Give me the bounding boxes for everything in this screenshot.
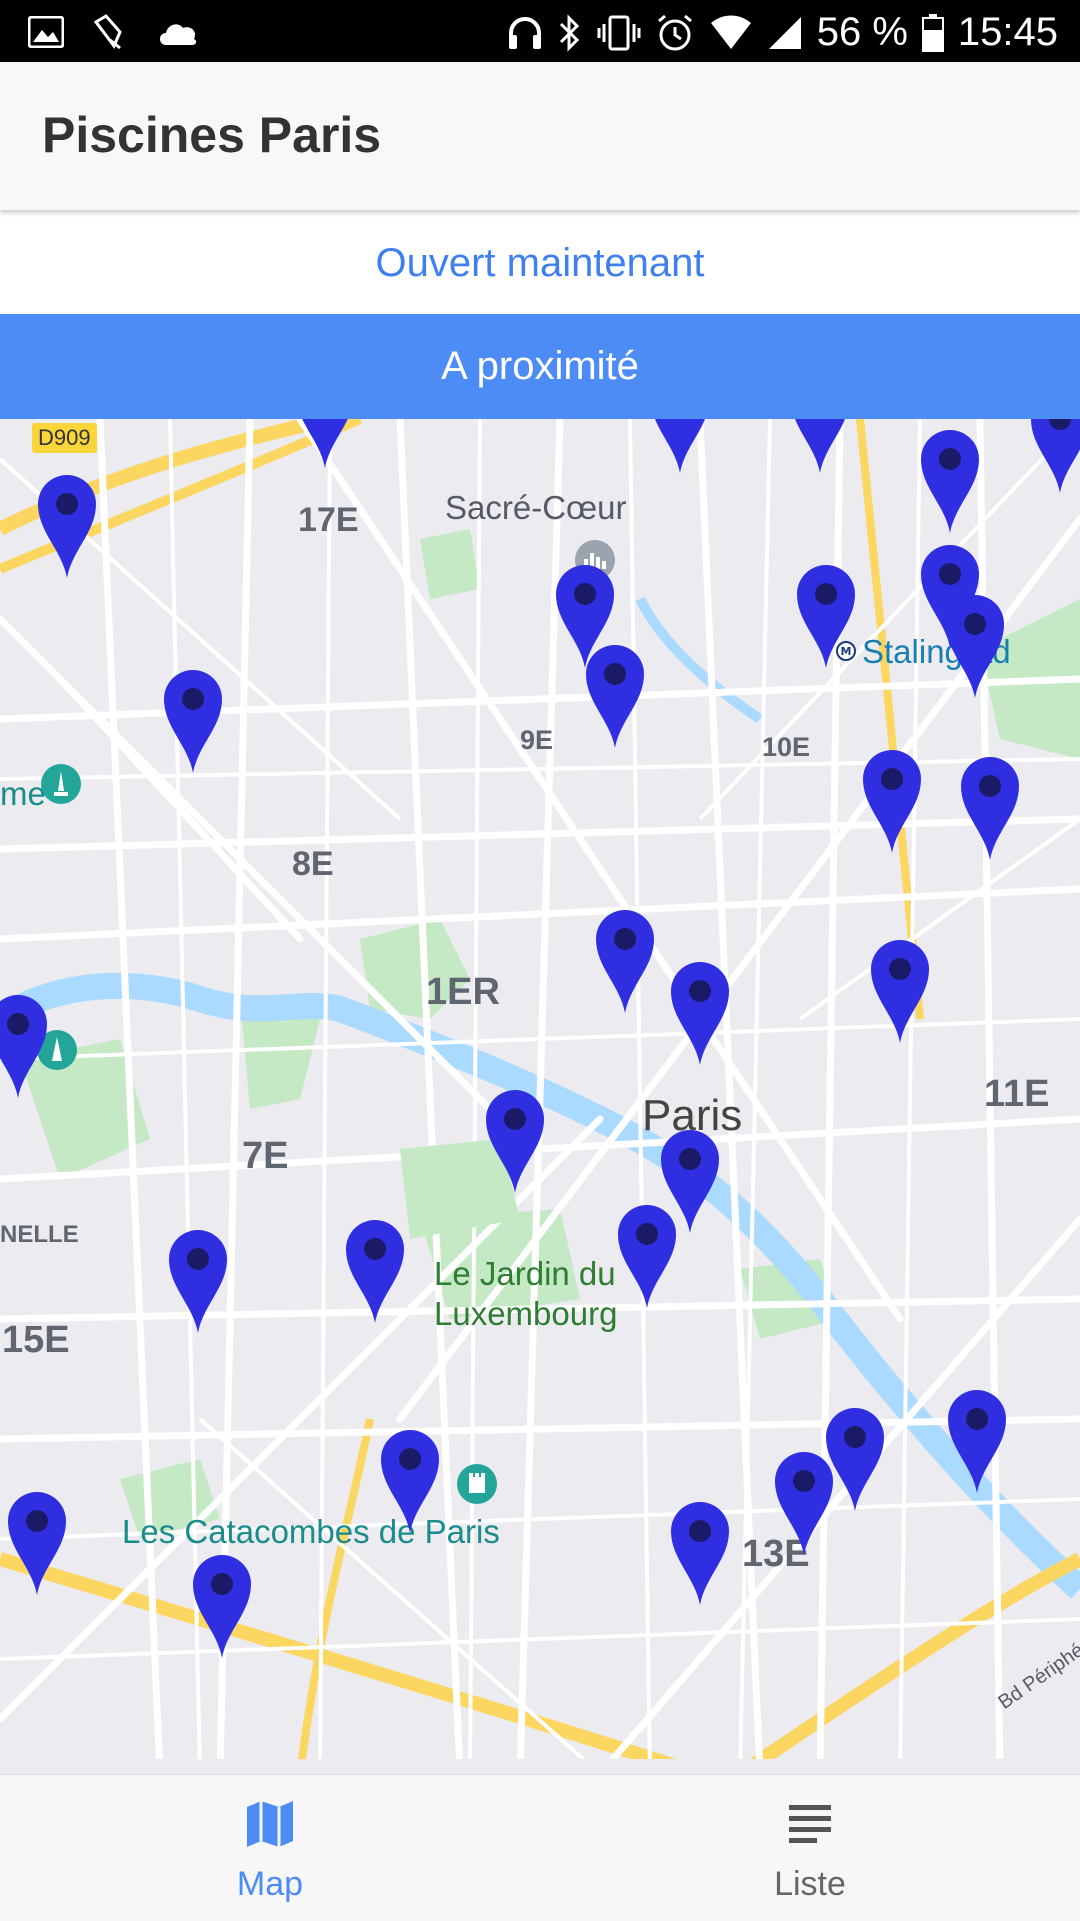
map-label-nelle: NELLE (0, 1221, 79, 1248)
pool-pin-icon[interactable] (0, 990, 51, 1100)
filter-nearby-label: A proximité (441, 344, 639, 388)
pool-pin-icon[interactable] (342, 1215, 408, 1325)
battery-icon (921, 13, 944, 52)
cloud-icon (156, 17, 200, 47)
pool-pin-icon[interactable] (793, 560, 859, 670)
signal-icon (767, 15, 803, 51)
pool-pin-icon[interactable] (4, 1487, 70, 1597)
pool-pin-icon[interactable] (482, 1085, 548, 1195)
pool-pin-icon[interactable] (582, 640, 648, 750)
pool-pin-icon[interactable] (189, 1550, 255, 1660)
filter-open-now-button[interactable]: Ouvert maintenant (0, 212, 1080, 314)
pool-pin-icon[interactable] (944, 1385, 1010, 1495)
map-label-jardin-1: Le Jardin du (434, 1255, 616, 1292)
map-label-7e: 7E (242, 1135, 289, 1177)
pool-pin-icon[interactable] (614, 1200, 680, 1310)
bottom-navigation: Map Liste (0, 1774, 1080, 1921)
page-title: Piscines Paris (42, 107, 382, 163)
map-label-8e: 8E (292, 845, 334, 883)
pool-pin-icon[interactable] (647, 419, 713, 475)
status-bar: 56 % 15:45 (0, 0, 1080, 62)
map-label-sacre-coeur: Sacré-Cœur (445, 489, 627, 526)
pool-pin-icon[interactable] (917, 425, 983, 535)
pool-pin-icon[interactable] (165, 1225, 231, 1335)
pool-pin-icon[interactable] (667, 957, 733, 1067)
road-badge: D909 (32, 423, 97, 453)
nav-list-label: Liste (774, 1865, 846, 1903)
pool-pin-icon[interactable] (292, 419, 358, 470)
map-label-10e: 10E (762, 732, 811, 762)
map-view[interactable]: D909 17E Sacré-Cœur 9E 10E Stalingrad 8E… (0, 419, 1080, 1774)
alarm-icon (655, 13, 695, 53)
monument-icon (40, 763, 82, 810)
pool-pin-icon[interactable] (160, 665, 226, 775)
pool-pin-icon[interactable] (667, 1497, 733, 1607)
map-icon (247, 1801, 293, 1847)
map-label-edge: me (0, 775, 46, 812)
wifi-icon (709, 15, 753, 51)
clock: 15:45 (957, 10, 1058, 54)
map-label-17e: 17E (298, 501, 359, 539)
list-icon (789, 1805, 831, 1843)
battery-percent: 56 % (816, 10, 908, 54)
pool-pin-icon[interactable] (771, 1447, 837, 1557)
pool-pin-icon[interactable] (787, 419, 853, 475)
map-label-9e: 9E (520, 725, 554, 755)
satellite-icon (90, 12, 130, 52)
pool-pin-icon[interactable] (867, 935, 933, 1045)
attraction-icon (456, 1463, 498, 1510)
pool-pin-icon[interactable] (957, 752, 1023, 862)
vibrate-icon (597, 14, 641, 52)
nav-map-tab[interactable]: Map (0, 1775, 540, 1921)
pool-pin-icon[interactable] (942, 590, 1008, 700)
map-label-15e: 15E (2, 1319, 70, 1361)
nav-map-label: Map (236, 1865, 304, 1903)
filter-nearby-button[interactable]: A proximité (0, 314, 1080, 419)
app-bar: Piscines Paris (0, 62, 1080, 210)
nav-list-tab[interactable]: Liste (540, 1775, 1080, 1921)
map-label-catacombes: Les Catacombes de Paris (122, 1513, 500, 1550)
map-label-1er: 1ER (426, 971, 500, 1013)
map-label-11e: 11E (984, 1073, 1050, 1115)
pool-pin-icon[interactable] (1027, 419, 1080, 495)
bluetooth-icon (557, 13, 583, 52)
pool-pin-icon[interactable] (859, 745, 925, 855)
image-icon (28, 16, 64, 48)
pool-pin-icon[interactable] (34, 470, 100, 580)
pool-pin-icon[interactable] (377, 1425, 443, 1535)
filter-open-now-label: Ouvert maintenant (375, 240, 705, 285)
pool-pin-icon[interactable] (592, 905, 658, 1015)
headphones-icon (507, 15, 543, 51)
map-label-jardin-2: Luxembourg (434, 1295, 618, 1332)
